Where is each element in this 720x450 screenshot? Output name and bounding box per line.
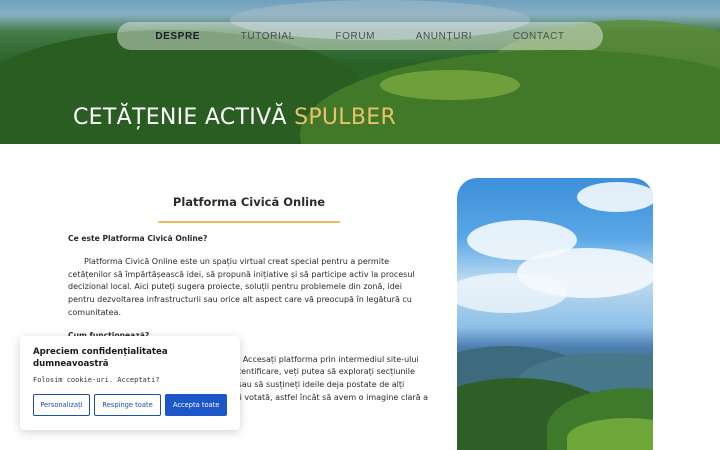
cookie-buttons: Personalizați Respinge toate Accepta toa…	[33, 394, 227, 416]
cloud	[577, 182, 653, 212]
hero-title-accent: SPULBER	[294, 105, 397, 130]
nav-item-tutorial[interactable]: TUTORIAL	[241, 31, 295, 42]
landscape-image	[457, 178, 653, 450]
cloud	[457, 273, 567, 313]
reject-all-button[interactable]: Respinge toate	[93, 394, 162, 416]
nav-item-contact[interactable]: CONTACT	[513, 31, 565, 42]
cookie-message: Folosim cookie-uri. Acceptati?	[33, 376, 160, 384]
cookie-consent-banner: Apreciem confidențialitatea dumneavoastr…	[20, 336, 240, 430]
paragraph-how-line: ol sau să susțineți ideile deja postate …	[228, 379, 405, 389]
hero-banner: DESPRE TUTORIAL FORUM ANUNȚURI CONTACT C…	[0, 0, 720, 144]
page-heading: Platforma Civică Online	[172, 195, 326, 209]
accept-all-button[interactable]: Accepta toate	[165, 394, 227, 416]
paragraph-what: Platforma Civică Online este un spațiu v…	[68, 257, 415, 317]
paragraph-how-line: ă și votată, astfel încât să avem o imag…	[228, 392, 429, 402]
hero-title: CETĂȚENIE ACTIVĂ SPULBER	[73, 105, 396, 130]
question-what: Ce este Platforma Civică Online?	[68, 233, 208, 243]
nav-item-anunturi[interactable]: ANUNȚURI	[416, 31, 472, 42]
nav-item-despre[interactable]: DESPRE	[155, 31, 200, 42]
paragraph-how-line: autentificare, veți putea să explorați s…	[228, 367, 415, 377]
customize-button[interactable]: Personalizați	[33, 394, 90, 416]
heading-divider	[158, 220, 340, 223]
hero-title-main: CETĂȚENIE ACTIVĂ	[73, 105, 295, 130]
cookie-title: Apreciem confidențialitatea dumneavoastr…	[33, 347, 168, 369]
nav-item-forum[interactable]: FORUM	[335, 31, 375, 42]
paragraph-how-line: vă. Accesați platforma prin intermediul …	[228, 354, 419, 364]
top-nav: DESPRE TUTORIAL FORUM ANUNȚURI CONTACT	[117, 22, 603, 50]
